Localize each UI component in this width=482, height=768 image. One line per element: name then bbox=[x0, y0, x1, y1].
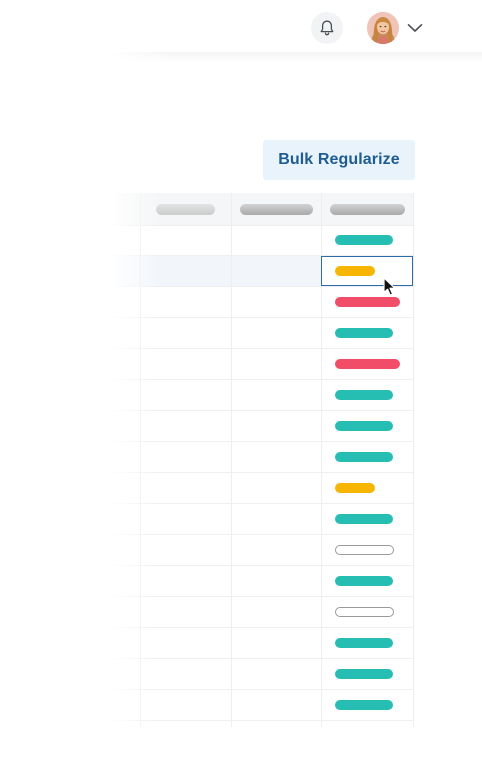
attendance-status-pill-present[interactable] bbox=[335, 421, 393, 431]
attendance-status-pill-present[interactable] bbox=[335, 514, 393, 524]
column-divider bbox=[231, 193, 232, 727]
notifications-button[interactable] bbox=[311, 12, 343, 44]
attendance-status-pill-present[interactable] bbox=[335, 576, 393, 586]
chevron-down-icon bbox=[407, 24, 423, 32]
user-menu-toggle[interactable] bbox=[406, 20, 424, 36]
attendance-status-pill-absent[interactable] bbox=[335, 359, 400, 369]
bell-icon bbox=[320, 20, 334, 36]
top-bar-shadow bbox=[110, 52, 482, 62]
column-header-placeholder bbox=[330, 204, 405, 215]
attendance-status-pill-present[interactable] bbox=[335, 452, 393, 462]
user-photo-icon bbox=[367, 12, 399, 44]
column-header-placeholder bbox=[240, 204, 313, 215]
user-avatar[interactable] bbox=[367, 12, 399, 44]
attendance-status-pill-partial[interactable] bbox=[335, 266, 375, 276]
attendance-status-pill-present[interactable] bbox=[335, 638, 393, 648]
attendance-status-pill-present[interactable] bbox=[335, 390, 393, 400]
attendance-status-pill-present[interactable] bbox=[335, 328, 393, 338]
attendance-status-pill-present[interactable] bbox=[335, 669, 393, 679]
attendance-status-pill-partial[interactable] bbox=[335, 483, 375, 493]
attendance-status-pill-no-record[interactable] bbox=[335, 545, 394, 555]
attendance-status-pill-no-record[interactable] bbox=[335, 607, 394, 617]
bulk-regularize-button[interactable]: Bulk Regularize bbox=[263, 140, 415, 180]
mouse-cursor-icon bbox=[383, 277, 396, 296]
attendance-status-pill-present[interactable] bbox=[335, 235, 393, 245]
grid-header-row bbox=[0, 193, 414, 226]
column-divider bbox=[140, 193, 141, 727]
top-navigation-bar bbox=[0, 0, 482, 56]
attendance-grid bbox=[0, 193, 414, 727]
column-header-placeholder bbox=[156, 204, 215, 215]
attendance-status-pill-present[interactable] bbox=[335, 700, 393, 710]
grid-right-border bbox=[413, 193, 414, 727]
attendance-status-pill-absent[interactable] bbox=[335, 297, 400, 307]
